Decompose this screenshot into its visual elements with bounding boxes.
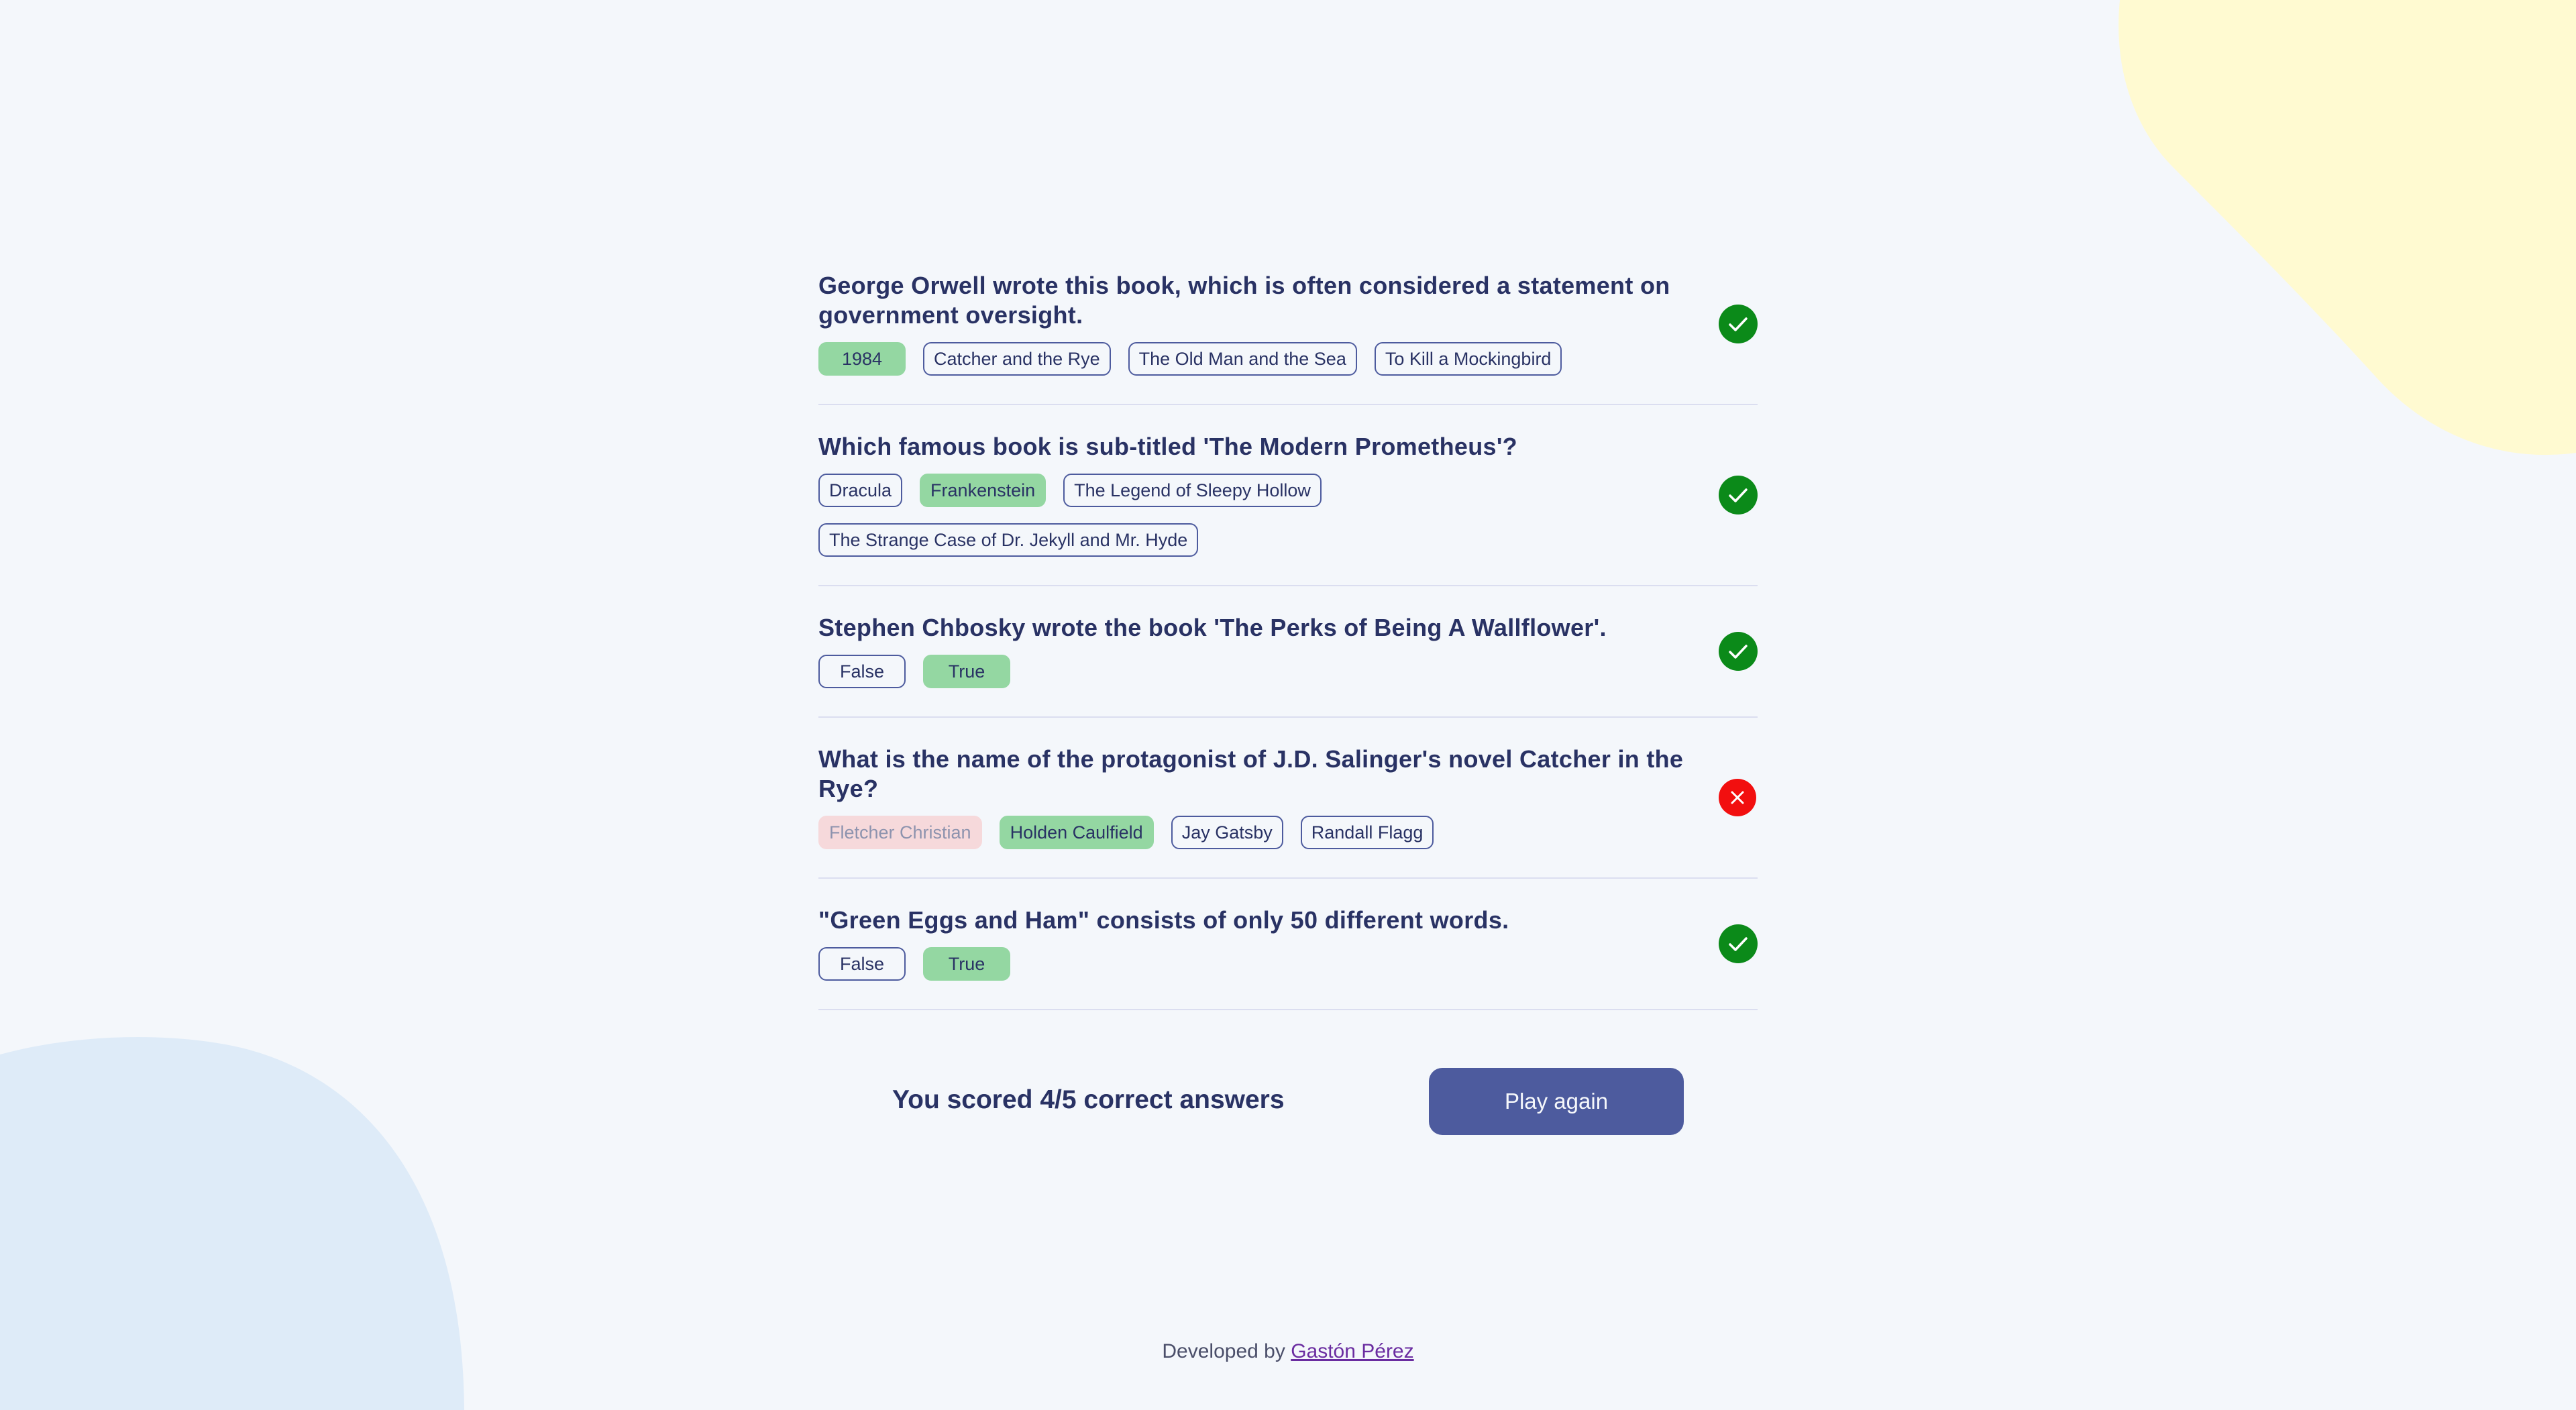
check-icon: [1719, 632, 1758, 671]
answer-options: Fletcher Christian Holden Caulfield Jay Ga…: [818, 816, 1758, 849]
question-text: George Orwell wrote this book, which is …: [818, 272, 1670, 329]
play-again-button[interactable]: Play again: [1429, 1068, 1684, 1135]
answer-options: Dracula Frankenstein The Legend of Sleepy …: [818, 474, 1758, 557]
answer-option-plain[interactable]: Dracula: [818, 474, 903, 507]
answer-option-plain[interactable]: The Strange Case of Dr. Jekyll and Mr. H…: [818, 523, 1199, 557]
check-icon: [1719, 924, 1758, 963]
answer-option-correct[interactable]: 1984: [818, 342, 906, 376]
answer-option-wrong[interactable]: Fletcher Christian: [818, 816, 982, 849]
answer-option-plain[interactable]: The Old Man and the Sea: [1128, 342, 1357, 376]
answer-option-plain[interactable]: To Kill a Mockingbird: [1374, 342, 1562, 376]
yellow-blob-decoration: [2118, 0, 2576, 455]
answer-options: False True: [818, 655, 1758, 688]
question-block: Which famous book is sub-titled 'The Mod…: [818, 432, 1758, 586]
quiz-results: George Orwell wrote this book, which is …: [818, 271, 1758, 1037]
answer-option-plain[interactable]: Jay Gatsby: [1171, 816, 1283, 849]
question-block: What is the name of the protagonist of J…: [818, 745, 1758, 879]
score-row: You scored 4/5 correct answers Play agai…: [818, 1068, 1758, 1135]
answer-option-correct[interactable]: Frankenstein: [920, 474, 1046, 507]
question-text: What is the name of the protagonist of J…: [818, 745, 1684, 802]
check-icon: [1719, 476, 1758, 514]
question-text: Which famous book is sub-titled 'The Mod…: [818, 433, 1517, 460]
answer-option-plain[interactable]: The Legend of Sleepy Hollow: [1063, 474, 1322, 507]
answer-option-correct[interactable]: Holden Caulfield: [999, 816, 1154, 849]
answer-options: False True: [818, 947, 1758, 981]
author-link[interactable]: Gastón Pérez: [1291, 1340, 1413, 1362]
question-text: Stephen Chbosky wrote the book 'The Perk…: [818, 614, 1607, 641]
answer-options: 1984 Catcher and the Rye The Old Man and t…: [818, 342, 1758, 376]
answer-option-plain[interactable]: Catcher and the Rye: [923, 342, 1111, 376]
check-icon: [1719, 305, 1758, 343]
answer-option-correct[interactable]: True: [923, 655, 1010, 688]
score-text: You scored 4/5 correct answers: [892, 1085, 1285, 1114]
answer-option-plain[interactable]: False: [818, 655, 906, 688]
cross-icon: [1719, 779, 1756, 816]
question-block: Stephen Chbosky wrote the book 'The Perk…: [818, 613, 1758, 718]
answer-option-plain[interactable]: Randall Flagg: [1300, 816, 1434, 849]
footer-prefix: Developed by: [1162, 1340, 1285, 1362]
question-block: George Orwell wrote this book, which is …: [818, 271, 1758, 405]
question-text: "Green Eggs and Ham" consists of only 50…: [818, 906, 1509, 934]
footer: Developed by Gastón Pérez: [0, 1340, 2576, 1363]
answer-option-plain[interactable]: False: [818, 947, 906, 981]
answer-option-correct[interactable]: True: [923, 947, 1010, 981]
question-block: "Green Eggs and Ham" consists of only 50…: [818, 906, 1758, 1010]
